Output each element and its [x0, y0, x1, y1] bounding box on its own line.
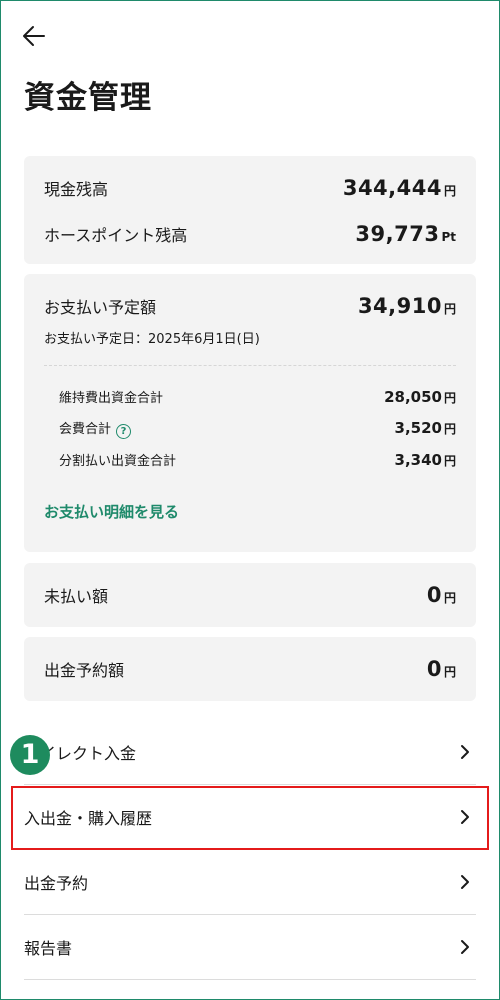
back-button[interactable]	[20, 22, 48, 50]
payment-total-label: お支払い予定額	[44, 298, 157, 317]
menu-item-withdraw-reservation[interactable]: 出金予約	[24, 850, 476, 914]
cash-balance-label: 現金残高	[44, 180, 109, 199]
points-balance-amount: 39,773	[355, 222, 440, 246]
payment-detail-link[interactable]: お支払い明細を見る	[44, 501, 179, 522]
chevron-right-icon	[461, 875, 469, 889]
unpaid-amount: 0	[426, 583, 442, 607]
withdraw-reserved-row: 出金予約額 0円	[44, 657, 456, 681]
menu-item-transaction-history[interactable]: 入出金・購入履歴	[24, 785, 476, 849]
menu-divider	[24, 979, 476, 980]
step-number-badge: 1	[10, 735, 50, 775]
menu-item-label: 入出金・購入履歴	[24, 809, 153, 828]
payment-total-amount: 34,910	[357, 294, 442, 318]
payment-item-label: 会費合計	[59, 422, 112, 437]
cash-balance-amount: 344,444	[342, 176, 442, 200]
dashed-divider	[44, 365, 456, 366]
help-icon[interactable]: ?	[116, 424, 132, 439]
menu-item-label: 出金予約	[24, 874, 89, 893]
payment-item-unit: 円	[443, 422, 456, 436]
unpaid-label: 未払い額	[44, 587, 109, 606]
payment-item-row: 分割払い出資金合計 3,340 円	[59, 450, 456, 469]
cash-balance-value: 344,444 円	[343, 176, 456, 200]
withdraw-reserved-card: 出金予約額 0円	[24, 637, 476, 701]
payment-item-label: 分割払い出資金合計	[59, 454, 177, 469]
points-balance-label: ホースポイント残高	[44, 226, 188, 245]
payment-item-label: 維持費出資金合計	[59, 391, 164, 406]
payment-item-row: 会費合計? 3,520 円	[59, 418, 456, 439]
cash-balance-unit: 円	[443, 184, 456, 198]
payment-item-amount: 3,520	[394, 419, 442, 437]
chevron-right-icon	[461, 940, 469, 954]
page-title: 資金管理	[24, 80, 152, 116]
membership-fee-label-group: 会費合計?	[59, 418, 132, 439]
chevron-right-icon	[461, 810, 469, 824]
payment-card: お支払い予定額 34,910 円 お支払い予定日：2025年6月1日(日) 維持費…	[24, 274, 476, 552]
withdraw-reserved-unit: 円	[443, 665, 456, 679]
menu-item-direct-deposit[interactable]: ダイレクト入金	[24, 720, 476, 784]
unpaid-row: 未払い額 0円	[44, 583, 456, 607]
payment-date: お支払い予定日：2025年6月1日(日)	[44, 332, 260, 347]
payment-item-amount: 3,340	[394, 451, 442, 469]
unpaid-value: 0円	[427, 583, 456, 607]
unpaid-card: 未払い額 0円	[24, 563, 476, 627]
payment-item-value: 3,520 円	[395, 418, 456, 437]
points-balance-value: 39,773 Pt	[355, 222, 456, 246]
payment-item-value: 3,340 円	[395, 450, 456, 469]
balances-card: 現金残高 344,444 円 ホースポイント残高 39,773 Pt	[24, 156, 476, 264]
unpaid-unit: 円	[443, 591, 456, 605]
chevron-right-icon	[461, 745, 469, 759]
payment-total-row: お支払い予定額 34,910 円	[44, 294, 456, 318]
payment-item-value: 28,050 円	[384, 387, 456, 406]
menu-item-label: 報告書	[24, 939, 73, 958]
payment-total-unit: 円	[443, 302, 456, 316]
withdraw-reserved-amount: 0	[426, 657, 442, 681]
payment-total-value: 34,910 円	[358, 294, 456, 318]
cash-balance-row: 現金残高 344,444 円	[44, 176, 456, 200]
payment-item-unit: 円	[443, 454, 456, 468]
menu-item-reports[interactable]: 報告書	[24, 915, 476, 979]
points-balance-row: ホースポイント残高 39,773 Pt	[44, 222, 456, 246]
payment-item-amount: 28,050	[384, 388, 442, 406]
withdraw-reserved-label: 出金予約額	[44, 661, 125, 680]
back-arrow-icon	[23, 26, 45, 46]
payment-item-unit: 円	[443, 391, 456, 405]
points-balance-unit: Pt	[441, 230, 456, 244]
payment-item-row: 維持費出資金合計 28,050 円	[59, 387, 456, 406]
withdraw-reserved-value: 0円	[427, 657, 456, 681]
